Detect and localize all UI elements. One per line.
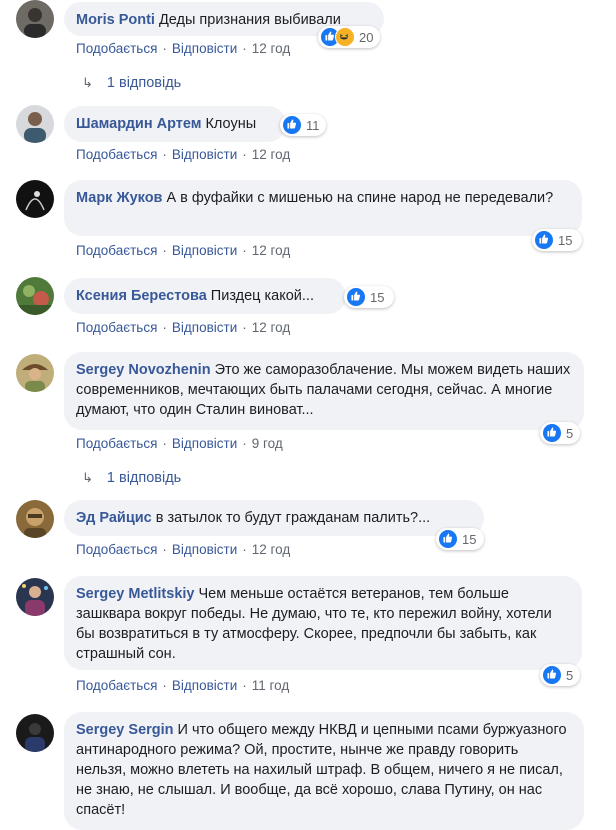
- reactions-summary[interactable]: 15: [344, 286, 394, 308]
- reaction-count: 5: [566, 425, 574, 441]
- reaction-count: 15: [370, 289, 385, 305]
- comment-author[interactable]: Ксения Берестова: [76, 288, 207, 304]
- replies-count: 1 відповідь: [106, 470, 182, 486]
- avatar[interactable]: [16, 578, 54, 616]
- avatar[interactable]: [16, 0, 54, 38]
- reply-link[interactable]: Відповісти: [172, 542, 237, 557]
- comment-author[interactable]: Эд Райцис: [76, 510, 152, 526]
- comment-author[interactable]: Moris Ponti: [76, 12, 155, 28]
- reactions-summary[interactable]: 15: [436, 528, 484, 550]
- replies-count: 1 відповідь: [106, 75, 182, 91]
- reply-arrow-icon: ↳: [82, 470, 93, 485]
- comment-text: в затылок то будут гражданам палить?...: [155, 510, 431, 526]
- like-link[interactable]: Подобається: [76, 320, 157, 335]
- reactions-summary[interactable]: 15: [532, 229, 582, 251]
- comment-bubble: Эд Райцис в затылок то будут гражданам па…: [64, 500, 484, 536]
- reactions-summary[interactable]: 11: [280, 114, 326, 136]
- reaction-count: 15: [462, 531, 477, 547]
- reaction-count: 11: [306, 117, 320, 133]
- reactions-summary[interactable]: 20: [318, 26, 380, 48]
- reply-link[interactable]: Відповісти: [172, 436, 237, 451]
- like-link[interactable]: Подобається: [76, 678, 157, 693]
- comment-actions: Подобається · Відповісти · 12 год: [76, 542, 291, 557]
- reply-link[interactable]: Відповісти: [172, 41, 237, 56]
- reactions-summary[interactable]: 5: [540, 422, 580, 444]
- reactions-summary[interactable]: 5: [540, 664, 580, 686]
- avatar[interactable]: [16, 500, 54, 538]
- like-link[interactable]: Подобається: [76, 41, 157, 56]
- comment-time[interactable]: 11 год: [252, 678, 289, 693]
- comment-time[interactable]: 12 год: [252, 147, 290, 162]
- comment-text: Пиздец какой...: [210, 288, 314, 304]
- comment-text: Деды признания выбивали: [158, 12, 341, 28]
- comment-bubble: Sergey Novozhenin Это же саморазоблачение…: [64, 352, 584, 430]
- comment-author[interactable]: Марк Жуков: [76, 190, 162, 206]
- comment-bubble: Ксения Берестова Пиздец какой...: [64, 278, 346, 314]
- like-icon: [282, 115, 302, 135]
- like-icon: [542, 423, 562, 443]
- comment-actions: Подобається · Відповісти · 11 год: [76, 678, 290, 693]
- comment-actions: Подобається · Відповісти · 12 год: [76, 147, 291, 162]
- avatar[interactable]: [16, 105, 54, 143]
- comment-author[interactable]: Sergey Metlitskiy: [76, 586, 194, 602]
- avatar[interactable]: [16, 714, 54, 752]
- avatar[interactable]: [16, 180, 54, 218]
- like-link[interactable]: Подобається: [76, 542, 157, 557]
- comment-bubble: Sergey Metlitskiy Чем меньше остаётся вет…: [64, 576, 582, 670]
- comment-bubble: Шамардин Артем Клоуны: [64, 106, 286, 142]
- reply-link[interactable]: Відповісти: [172, 678, 237, 693]
- reaction-count: 20: [359, 29, 374, 45]
- comment-author[interactable]: Sergey Novozhenin: [76, 362, 211, 378]
- reaction-count: 15: [558, 232, 573, 248]
- comment-bubble: Sergey Sergin И что общего между НКВД и ц…: [64, 712, 584, 830]
- reaction-count: 5: [566, 667, 574, 683]
- haha-icon: [335, 27, 355, 47]
- reply-link[interactable]: Відповісти: [172, 320, 237, 335]
- comment-author[interactable]: Шамардин Артем: [76, 116, 201, 132]
- reply-link[interactable]: Відповісти: [172, 243, 237, 258]
- like-icon: [534, 230, 554, 250]
- comment-text: А в фуфайки с мишенью на спине народ не …: [166, 190, 554, 206]
- comment-time[interactable]: 12 год: [252, 41, 290, 56]
- like-link[interactable]: Подобається: [76, 436, 157, 451]
- comment-time[interactable]: 12 год: [252, 542, 290, 557]
- comment-time[interactable]: 12 год: [252, 243, 290, 258]
- like-link[interactable]: Подобається: [76, 243, 157, 258]
- like-icon: [542, 665, 562, 685]
- reply-arrow-icon: ↳: [82, 75, 93, 90]
- comment-actions: Подобається · Відповісти · 9 год: [76, 436, 283, 451]
- like-icon: [438, 529, 458, 549]
- view-replies-link[interactable]: ↳ 1 відповідь: [82, 75, 181, 91]
- comment-bubble: Марк Жуков А в фуфайки с мишенью на спине…: [64, 180, 582, 236]
- comment-time[interactable]: 12 год: [252, 320, 290, 335]
- view-replies-link[interactable]: ↳ 1 відповідь: [82, 470, 181, 486]
- comment-actions: Подобається · Відповісти · 12 год: [76, 243, 291, 258]
- comment-actions: Подобається · Відповісти · 12 год: [76, 320, 291, 335]
- comment-author[interactable]: Sergey Sergin: [76, 722, 174, 738]
- like-icon: [346, 287, 366, 307]
- like-link[interactable]: Подобається: [76, 147, 157, 162]
- comment-actions: Подобається · Відповісти · 12 год: [76, 41, 291, 56]
- comment-time[interactable]: 9 год: [252, 436, 283, 451]
- avatar[interactable]: [16, 354, 54, 392]
- avatar[interactable]: [16, 277, 54, 315]
- comment-text: Клоуны: [205, 116, 257, 132]
- reply-link[interactable]: Відповісти: [172, 147, 237, 162]
